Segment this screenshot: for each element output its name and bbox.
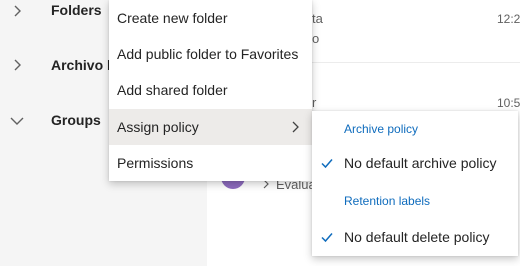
menu-item-assign-policy[interactable]: Assign policy bbox=[109, 109, 312, 145]
menu-item-permissions[interactable]: Permissions bbox=[109, 145, 312, 181]
nav-item-label: Folders bbox=[51, 2, 102, 18]
checkmark-icon bbox=[321, 159, 333, 169]
menu-item-label: Assign policy bbox=[117, 119, 199, 135]
chevron-down-icon[interactable] bbox=[9, 113, 25, 129]
message-snippet: r bbox=[312, 95, 317, 110]
option-label: No default delete policy bbox=[344, 229, 490, 245]
chevron-right-icon bbox=[292, 121, 299, 133]
option-no-default-archive-policy[interactable]: No default archive policy bbox=[312, 147, 518, 179]
message-time: 12:2 bbox=[497, 12, 520, 26]
menu-item-label: Add public folder to Favorites bbox=[117, 46, 299, 62]
message-time: 10:5 bbox=[497, 96, 520, 110]
message-snippet: ta bbox=[312, 11, 323, 26]
folder-context-menu: Create new folder Add public folder to F… bbox=[109, 0, 312, 181]
archive-policy-header: Archive policy bbox=[344, 122, 419, 136]
menu-item-add-shared-folder[interactable]: Add shared folder bbox=[109, 72, 312, 108]
nav-item-label: Groups bbox=[51, 112, 101, 128]
menu-item-add-public-folder[interactable]: Add public folder to Favorites bbox=[109, 36, 312, 72]
message-snippet: o bbox=[312, 31, 320, 46]
retention-labels-header: Retention labels bbox=[344, 194, 431, 208]
menu-item-label: Permissions bbox=[117, 155, 194, 171]
menu-item-create-folder[interactable]: Create new folder bbox=[109, 0, 312, 36]
option-label: No default archive policy bbox=[344, 155, 497, 171]
menu-item-label: Add shared folder bbox=[117, 82, 228, 98]
chevron-right-icon[interactable] bbox=[9, 3, 25, 19]
menu-item-label: Create new folder bbox=[117, 10, 228, 26]
option-no-default-delete-policy[interactable]: No default delete policy bbox=[312, 221, 518, 253]
assign-policy-submenu: Archive policy No default archive policy… bbox=[312, 111, 518, 256]
chevron-right-icon[interactable] bbox=[9, 57, 25, 73]
checkmark-icon bbox=[321, 233, 333, 243]
